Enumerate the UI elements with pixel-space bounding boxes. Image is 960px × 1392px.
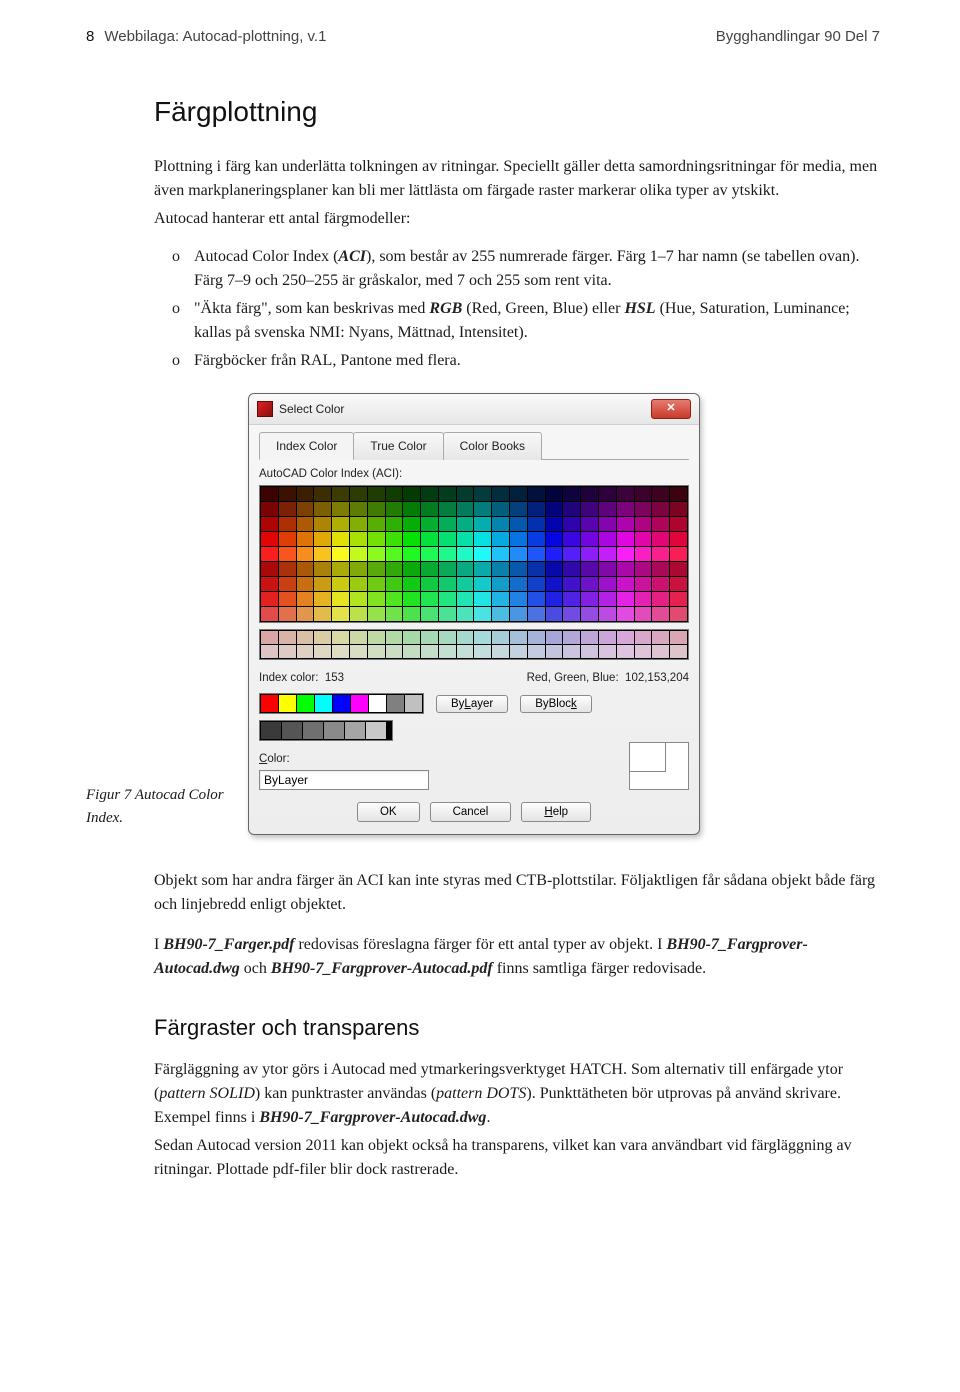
figure-caption: Figur 7 Autocad Color Index. — [86, 784, 248, 835]
tab-color-books[interactable]: Color Books — [443, 432, 542, 460]
byblock-button[interactable]: ByBlock — [520, 695, 592, 713]
cancel-button[interactable]: Cancel — [430, 802, 512, 822]
bylayer-button[interactable]: ByLayer — [436, 695, 508, 713]
doc-title-left: Webbilaga: Autocad-plottning, v.1 — [104, 26, 326, 49]
dialog-title: Select Color — [279, 400, 344, 418]
standard-colors-row[interactable] — [259, 693, 424, 714]
aci-tint-palette[interactable] — [259, 629, 689, 660]
gray-row[interactable] — [259, 720, 393, 741]
color-field-label: Color: — [259, 751, 592, 768]
index-color-readout: Index color: 153 — [259, 670, 344, 687]
ok-button[interactable]: OK — [357, 802, 420, 822]
select-color-dialog: Select Color ✕ Index Color True Color Co… — [248, 393, 700, 836]
paragraph: Autocad hanterar ett antal färgmodeller: — [86, 207, 880, 231]
app-icon — [257, 401, 273, 417]
tab-index-color[interactable]: Index Color — [259, 432, 354, 460]
tab-true-color[interactable]: True Color — [353, 432, 443, 460]
doc-title-right: Bygghandlingar 90 Del 7 — [716, 26, 880, 49]
help-button[interactable]: Help — [521, 802, 591, 822]
color-input[interactable] — [259, 770, 429, 790]
section-heading: Färgplottning — [86, 91, 880, 133]
rgb-readout: Red, Green, Blue: 102,153,204 — [527, 670, 689, 687]
subsection-heading: Färgraster och transparens — [86, 1011, 880, 1044]
paragraph: Plottning i färg kan underlätta tolkning… — [86, 155, 880, 203]
color-preview — [629, 742, 689, 790]
paragraph: I BH90-7_Farger.pdf redovisas föreslagna… — [86, 933, 880, 981]
aci-label: AutoCAD Color Index (ACI): — [259, 466, 689, 483]
page-header: 8 Webbilaga: Autocad-plottning, v.1 Bygg… — [86, 26, 880, 49]
tab-bar: Index Color True Color Color Books — [259, 431, 689, 460]
page-number: 8 — [86, 26, 94, 49]
paragraph: Sedan Autocad version 2011 kan objekt oc… — [86, 1134, 880, 1182]
dialog-titlebar: Select Color ✕ — [249, 394, 699, 425]
paragraph: Objekt som har andra färger än ACI kan i… — [86, 869, 880, 917]
paragraph: Färgläggning av ytor görs i Autocad med … — [86, 1058, 880, 1130]
list-item: "Äkta färg", som kan beskrivas med RGB (… — [172, 297, 880, 345]
aci-main-palette[interactable] — [259, 485, 689, 623]
list-item: Färgböcker från RAL, Pantone med flera. — [172, 349, 880, 373]
list-item: Autocad Color Index (ACI), som består av… — [172, 245, 880, 293]
close-icon[interactable]: ✕ — [651, 399, 691, 419]
bullet-list: Autocad Color Index (ACI), som består av… — [86, 245, 880, 373]
